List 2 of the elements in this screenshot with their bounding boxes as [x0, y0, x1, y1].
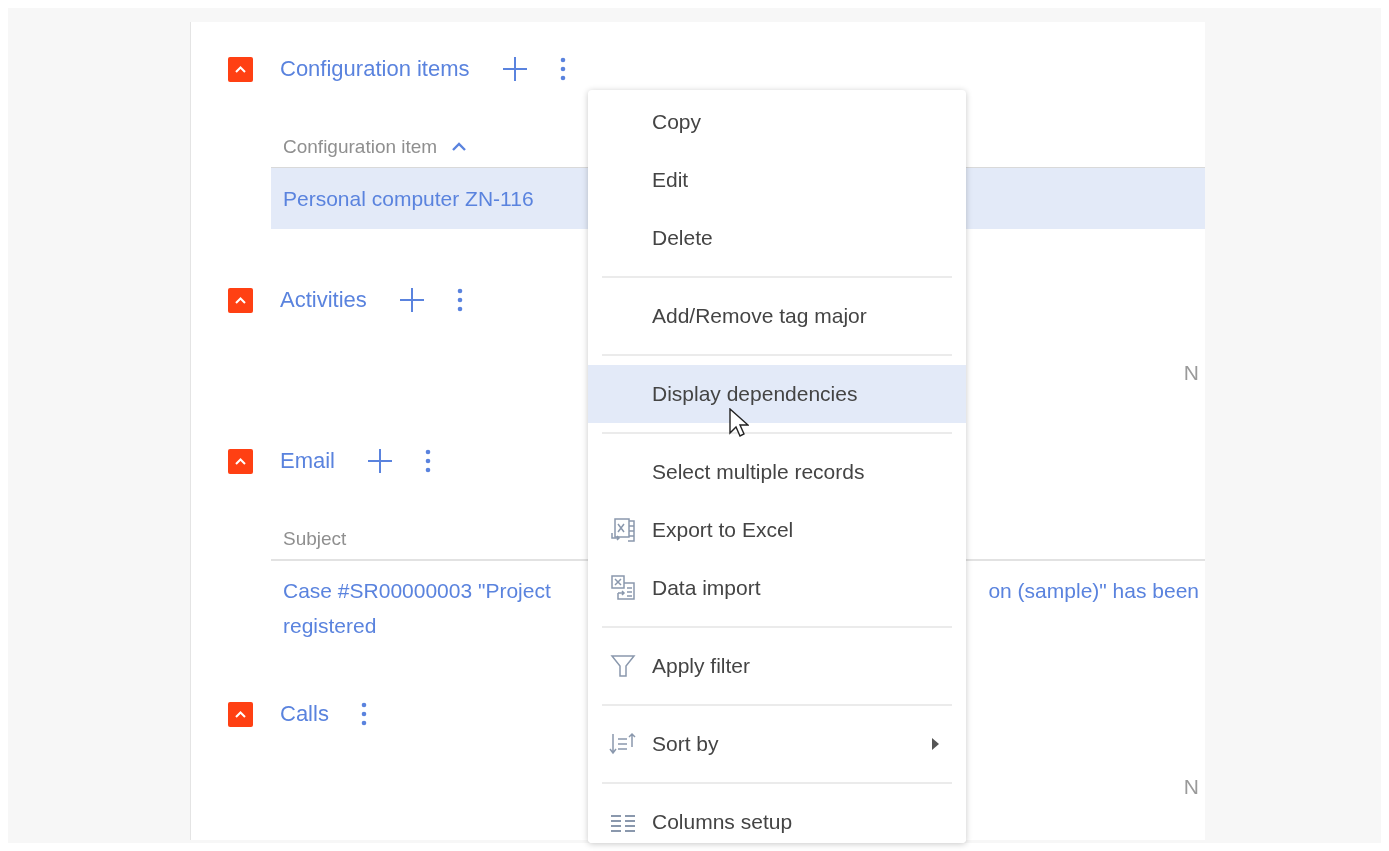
- empty-message: N: [1183, 774, 1199, 800]
- empty-message: N: [1183, 360, 1199, 386]
